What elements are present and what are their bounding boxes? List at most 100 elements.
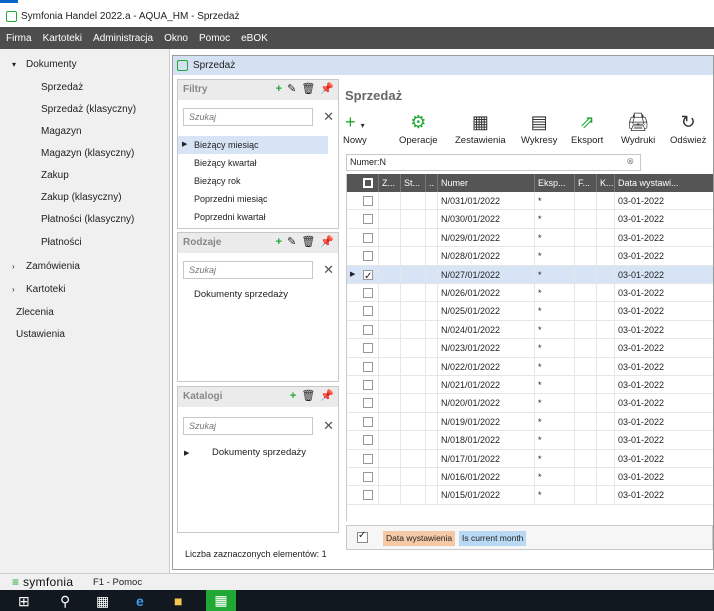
kinds-list-item[interactable]: Dokumenty sprzedaży <box>178 289 288 300</box>
row-checkbox[interactable] <box>363 232 373 243</box>
table-row[interactable]: N/020/01/2022 * 03-01-2022 <box>347 394 713 413</box>
file-explorer-icon[interactable]: ■ <box>174 593 182 609</box>
row-select-cell[interactable]: ▶ <box>347 265 379 284</box>
charts-button[interactable]: ▤ Wykresy <box>521 109 557 146</box>
nav-item[interactable]: › Zamówienia <box>0 255 80 277</box>
row-checkbox[interactable] <box>363 435 373 446</box>
table-row[interactable]: N/018/01/2022 * 03-01-2022 <box>347 431 713 450</box>
filter-chip-field[interactable]: Data wystawienia <box>383 531 456 546</box>
active-filter-line[interactable]: Numer:N ⊗ <box>346 154 641 171</box>
table-row[interactable]: N/016/01/2022 * 03-01-2022 <box>347 468 713 487</box>
symfonia-taskbar-icon[interactable]: ▦ <box>206 590 236 611</box>
search-icon[interactable]: ⚲ <box>60 593 70 609</box>
row-select-cell[interactable] <box>347 468 379 486</box>
table-row[interactable]: N/015/01/2022 * 03-01-2022 <box>347 486 713 505</box>
row-select-cell[interactable] <box>347 376 379 394</box>
column-header[interactable]: Data wystawi... <box>615 174 713 192</box>
table-row[interactable]: N/022/01/2022 * 03-01-2022 <box>347 357 713 376</box>
filter-chip-condition[interactable]: Is current month <box>459 531 527 546</box>
filter-list-item[interactable]: Bieżący rok <box>178 172 328 190</box>
row-select-cell[interactable] <box>347 210 379 229</box>
row-checkbox[interactable] <box>363 343 373 354</box>
row-select-cell[interactable] <box>347 320 379 339</box>
menu-item[interactable]: Administracja <box>93 33 153 44</box>
filters-search-clear-icon[interactable]: ✕ <box>323 109 334 125</box>
new-button[interactable]: + ▾ Nowy <box>343 109 367 146</box>
nav-item[interactable]: ▾ Dokumenty <box>0 53 77 75</box>
row-checkbox[interactable] <box>363 416 373 427</box>
add-icon[interactable]: + <box>276 236 282 248</box>
column-header[interactable]: K... <box>597 174 615 192</box>
nav-item[interactable]: Zlecenia <box>0 301 54 323</box>
table-row[interactable]: N/025/01/2022 * 03-01-2022 <box>347 302 713 321</box>
row-select-cell[interactable] <box>347 247 379 266</box>
clear-filter-icon[interactable]: ⊗ <box>626 156 634 167</box>
nav-expand-icon[interactable]: › <box>12 285 20 294</box>
menu-item[interactable]: eBOK <box>241 33 268 44</box>
filter-list-item[interactable]: Poprzedni kwartał <box>178 208 328 226</box>
document-tab[interactable]: Sprzedaż <box>173 56 713 75</box>
row-checkbox[interactable] <box>363 268 373 284</box>
nav-item[interactable]: Zakup <box>0 164 69 186</box>
menu-item[interactable]: Firma <box>6 33 32 44</box>
row-checkbox[interactable] <box>363 306 373 317</box>
table-row[interactable]: N/031/01/2022 * 03-01-2022 <box>347 192 713 211</box>
column-header[interactable]: F... <box>575 174 597 192</box>
row-checkbox[interactable] <box>363 251 373 262</box>
row-select-cell[interactable] <box>347 486 379 505</box>
row-checkbox[interactable] <box>363 361 373 372</box>
kinds-search-clear-icon[interactable]: ✕ <box>323 262 334 278</box>
row-checkbox[interactable] <box>363 453 373 464</box>
row-select-cell[interactable] <box>347 449 379 468</box>
reports-button[interactable]: ▦ Zestawienia <box>455 109 506 146</box>
nav-expand-icon[interactable]: › <box>12 262 20 271</box>
row-checkbox[interactable] <box>363 324 373 335</box>
nav-item[interactable]: Płatności <box>0 231 82 253</box>
column-header[interactable]: Eksp... <box>535 174 575 192</box>
edge-browser-icon[interactable]: e <box>136 593 144 609</box>
print-button[interactable]: 🖨 Wydruki <box>621 109 655 146</box>
row-select-cell[interactable] <box>347 339 379 358</box>
row-select-cell[interactable] <box>347 394 379 413</box>
row-select-cell[interactable] <box>347 192 379 210</box>
table-row[interactable]: N/017/01/2022 * 03-01-2022 <box>347 449 713 468</box>
export-button[interactable]: ⇗ Eksport <box>571 109 603 146</box>
filter-list-item[interactable]: Poprzedni miesiąc <box>178 190 328 208</box>
column-header[interactable]: Numer <box>438 174 535 192</box>
table-row[interactable]: N/026/01/2022 * 03-01-2022 <box>347 284 713 303</box>
nav-item[interactable]: › Kartoteki <box>0 278 65 300</box>
add-icon[interactable]: + <box>290 390 296 402</box>
nav-item[interactable]: Magazyn <box>0 120 82 142</box>
filter-enabled-checkbox[interactable] <box>357 530 368 543</box>
select-all-checkbox[interactable] <box>363 178 373 188</box>
filter-list-item[interactable]: ▶ Bieżący miesiąc <box>178 136 328 154</box>
delete-icon[interactable]: 🗑 <box>301 83 315 95</box>
menu-item[interactable]: Pomoc <box>199 33 230 44</box>
catalogs-search-input[interactable] <box>183 417 313 435</box>
table-row[interactable]: N/019/01/2022 * 03-01-2022 <box>347 412 713 432</box>
nav-expand-icon[interactable]: ▾ <box>12 60 20 69</box>
tree-expand-icon[interactable]: ▶ <box>184 450 189 457</box>
menu-item[interactable]: Kartoteki <box>43 33 82 44</box>
catalogs-search-clear-icon[interactable]: ✕ <box>323 418 334 434</box>
table-row[interactable]: N/030/01/2022 * 03-01-2022 <box>347 210 713 229</box>
column-header[interactable]: .. <box>426 174 438 192</box>
table-row[interactable]: N/029/01/2022 * 03-01-2022 <box>347 228 713 248</box>
row-select-cell[interactable] <box>347 357 379 376</box>
row-select-cell[interactable] <box>347 431 379 450</box>
kinds-search-input[interactable] <box>183 261 313 279</box>
nav-item[interactable]: Zakup (klasyczny) <box>0 186 122 208</box>
row-checkbox[interactable] <box>363 490 373 501</box>
row-select-cell[interactable] <box>347 228 379 247</box>
table-row[interactable]: N/021/01/2022 * 03-01-2022 <box>347 376 713 395</box>
delete-icon[interactable]: 🗑 <box>301 390 315 402</box>
filter-list-item[interactable]: Bieżący kwartał <box>178 154 328 172</box>
nav-item[interactable]: Ustawienia <box>0 323 65 345</box>
filters-search-input[interactable] <box>183 108 313 126</box>
select-all-header[interactable] <box>347 174 379 192</box>
edit-icon[interactable]: ✎ <box>287 83 296 95</box>
row-select-cell[interactable] <box>347 302 379 321</box>
row-select-cell[interactable] <box>347 412 379 431</box>
operations-button[interactable]: ⚙ Operacje <box>399 109 438 146</box>
table-row[interactable]: N/028/01/2022 * 03-01-2022 <box>347 247 713 266</box>
